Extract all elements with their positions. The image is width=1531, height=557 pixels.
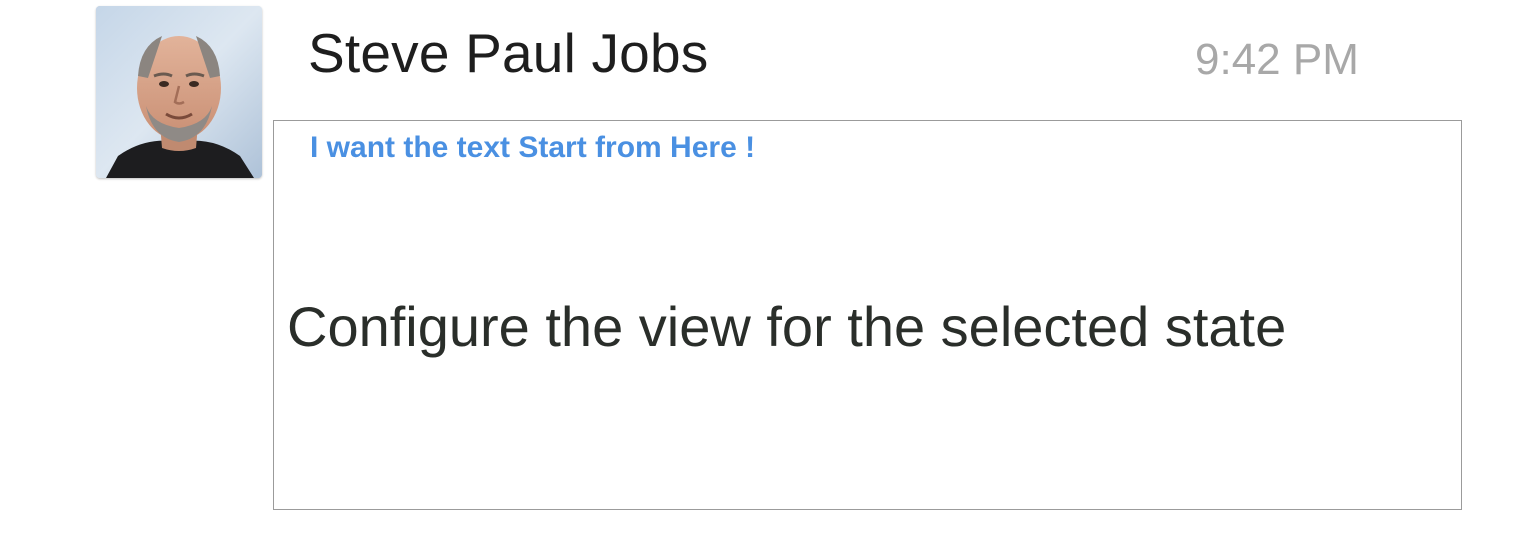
message-body-text: Configure the view for the selected stat… [287, 295, 1287, 358]
profile-photo-icon [96, 6, 262, 178]
annotation-label: I want the text Start from Here ! [310, 131, 756, 164]
message-timestamp: 9:42 PM [1195, 35, 1359, 84]
sender-name: Steve Paul Jobs [308, 22, 709, 84]
avatar[interactable] [96, 6, 262, 178]
